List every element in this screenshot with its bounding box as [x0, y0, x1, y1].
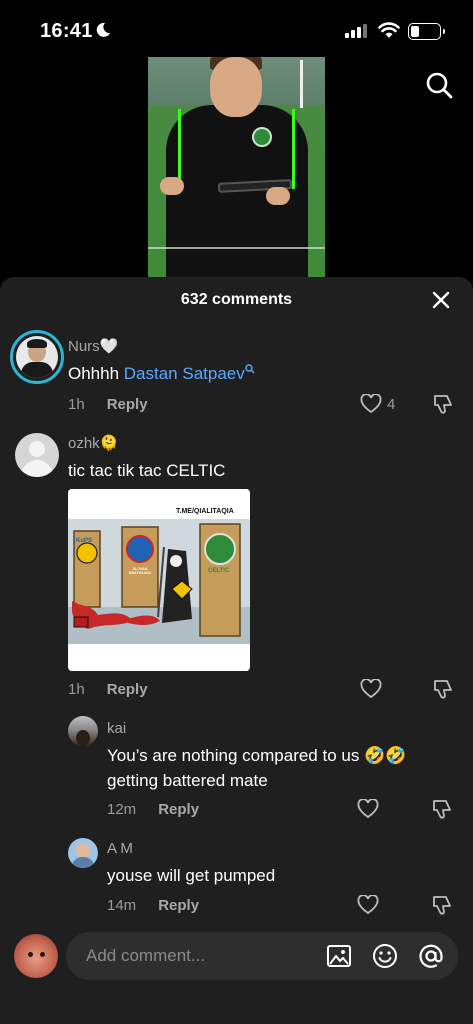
meme-door-label: CELTIC: [208, 568, 230, 574]
heart-icon[interactable]: [357, 799, 379, 819]
meme-illustration: [68, 489, 250, 671]
wifi-icon: [378, 22, 400, 38]
reply-username[interactable]: kai: [107, 720, 126, 737]
thumbs-down-icon[interactable]: [432, 393, 454, 415]
reply-button[interactable]: Reply: [158, 897, 199, 914]
meme-door-label: SLOVAN BRATISLAVA: [129, 567, 151, 575]
thumbs-down-icon[interactable]: [432, 678, 454, 700]
my-avatar[interactable]: [14, 934, 58, 978]
heart-icon[interactable]: [357, 895, 379, 915]
search-icon[interactable]: [424, 70, 454, 100]
meme-caption: T.ME/QIALITAQIA: [176, 508, 234, 515]
reply-time: 14m: [107, 897, 137, 914]
heart-icon[interactable]: [360, 679, 382, 699]
reply-meta: 12m Reply: [107, 801, 199, 818]
comment-time: 1h: [68, 396, 85, 413]
mention-icon[interactable]: [417, 942, 445, 970]
comment-input-placeholder: Add comment...: [86, 946, 206, 965]
reply-time: 12m: [107, 801, 137, 818]
thumbs-down-icon[interactable]: [431, 894, 453, 916]
user-mention-link[interactable]: Dastan Satpaev: [124, 364, 245, 383]
reply-text: You’s are nothing compared to us 🤣🤣 gett…: [107, 743, 406, 793]
celtic-crest-icon: [252, 127, 272, 147]
status-time: 16:41: [40, 20, 93, 42]
comment-text: tic tac tik tac CELTIC: [68, 461, 226, 480]
battery-icon: [408, 23, 445, 40]
search-icon[interactable]: [245, 364, 255, 374]
emoji-icon[interactable]: [371, 942, 399, 970]
moon-icon: [96, 22, 110, 37]
comment-username[interactable]: ozhk🫠: [68, 434, 118, 452]
like-count: 4: [387, 396, 396, 413]
reply-username[interactable]: A M: [107, 840, 133, 857]
reply-text-line: getting battered mate: [107, 771, 268, 790]
reply-text: youse will get pumped: [107, 866, 276, 885]
avatar[interactable]: [15, 433, 59, 477]
comments-count-title: 632 comments: [180, 291, 293, 308]
reply-meta: 14m Reply: [107, 897, 199, 914]
comment-image[interactable]: T.ME/QIALITAQIA KuPS SLOVAN BRATISLAVA C…: [68, 489, 250, 671]
status-bar: 16:41: [0, 0, 473, 56]
comment-text: Ohhhh Dastan Satpaev: [68, 361, 255, 386]
avatar[interactable]: [68, 716, 98, 746]
reply-button[interactable]: Reply: [107, 681, 148, 698]
meme-door-label: KuPS: [76, 538, 93, 544]
comment-meta: 1h Reply: [68, 681, 148, 698]
image-icon[interactable]: [325, 942, 353, 970]
comment-time: 1h: [68, 681, 85, 698]
avatar[interactable]: [68, 838, 98, 868]
close-icon[interactable]: [430, 289, 452, 311]
reply-text-line: You’s are nothing compared to us 🤣🤣: [107, 746, 407, 765]
heart-icon[interactable]: [360, 394, 382, 414]
comment-meta: 1h Reply: [68, 396, 148, 413]
comment-input[interactable]: Add comment...: [66, 932, 458, 980]
comment-text-prefix: Ohhhh: [68, 364, 124, 383]
avatar[interactable]: [10, 330, 64, 384]
thumbs-down-icon[interactable]: [431, 798, 453, 820]
reply-button[interactable]: Reply: [158, 801, 199, 818]
video-player[interactable]: [148, 57, 325, 277]
comment-username[interactable]: Nurs🤍: [68, 337, 118, 355]
reply-button[interactable]: Reply: [107, 396, 148, 413]
